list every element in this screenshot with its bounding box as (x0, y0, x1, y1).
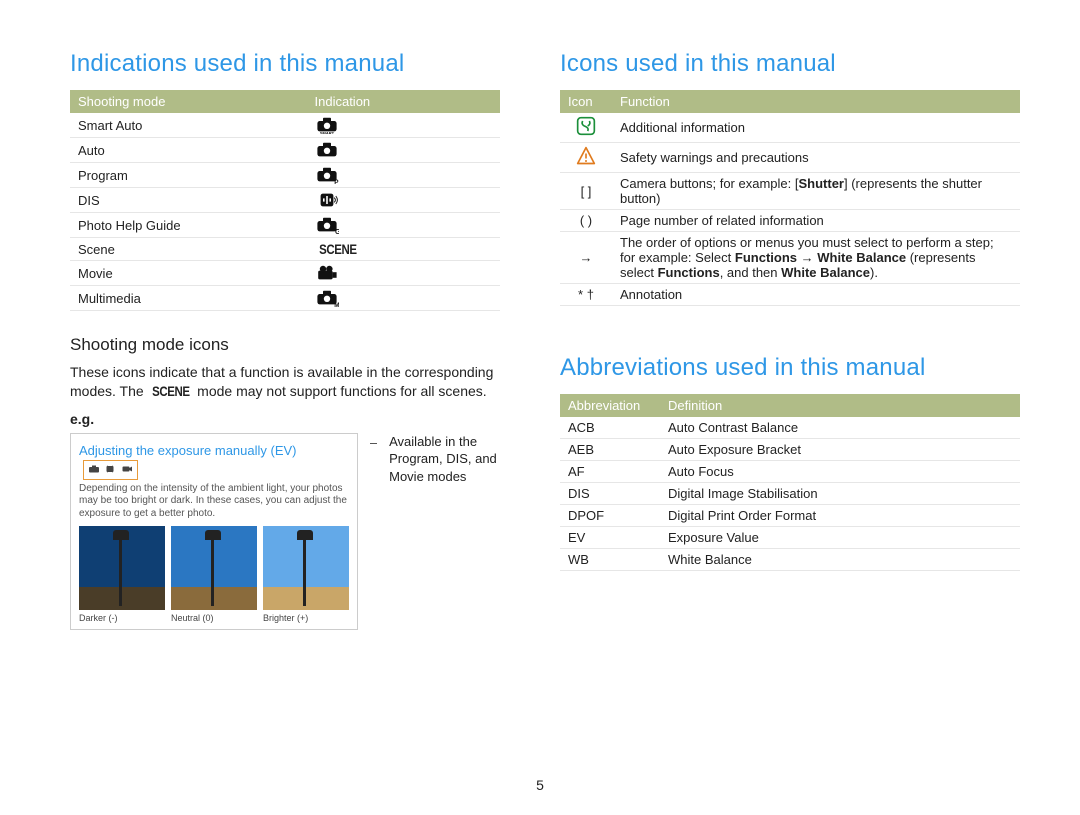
th-icon: Icon (560, 90, 612, 113)
shooting-icons-description: These icons indicate that a function is … (70, 363, 500, 401)
abbr-def: Auto Focus (660, 461, 1020, 483)
mode-name: Photo Help Guide (70, 213, 307, 238)
table-row: ( ) Page number of related information (560, 210, 1020, 232)
icon-function: Additional information (612, 113, 1020, 143)
scene-icon: SCENE (307, 238, 501, 261)
th-function: Function (612, 90, 1020, 113)
icon-function: Page number of related information (612, 210, 1020, 232)
table-row: AEB Auto Exposure Bracket (560, 439, 1020, 461)
abbr-def: White Balance (660, 549, 1020, 571)
heading-abbrev: Abbreviations used in this manual (560, 354, 1020, 382)
auto-icon (307, 138, 501, 163)
icon-symbol: ( ) (560, 210, 612, 232)
abbr-def: Auto Exposure Bracket (660, 439, 1020, 461)
mode-name: Movie (70, 261, 307, 286)
table-row: ACB Auto Contrast Balance (560, 417, 1020, 439)
th-abbr: Abbreviation (560, 394, 660, 417)
abbr-def: Digital Image Stabilisation (660, 483, 1020, 505)
heading-icons: Icons used in this manual (560, 50, 1020, 78)
smart-auto-icon: SMART (307, 113, 501, 138)
table-row: Safety warnings and precautions (560, 143, 1020, 173)
callout-line (370, 443, 377, 444)
table-row: AF Auto Focus (560, 461, 1020, 483)
table-row: DIS (70, 188, 500, 213)
table-row: Additional information (560, 113, 1020, 143)
svg-text:M: M (334, 302, 339, 307)
dis-icon (307, 188, 501, 213)
abbr-def: Digital Print Order Format (660, 505, 1020, 527)
sample-image (79, 526, 165, 610)
table-row: → The order of options or menus you must… (560, 232, 1020, 284)
mode-name: Scene (70, 238, 307, 261)
mode-name: Program (70, 163, 307, 188)
sample-image (263, 526, 349, 610)
sample-caption: Neutral (0) (171, 610, 257, 623)
sample-item: Brighter (+) (263, 526, 349, 623)
shooting-mode-table: Shooting mode Indication Smart Auto SMAR… (70, 90, 500, 311)
icons-table: Icon Function Additional information Saf… (560, 90, 1020, 306)
subhead-shooting-icons: Shooting mode icons (70, 335, 500, 355)
table-row: Photo Help Guide G (70, 213, 500, 238)
example-desc: Depending on the intensity of the ambien… (79, 483, 349, 521)
multimedia-icon: M (307, 286, 501, 311)
mode-name: Multimedia (70, 286, 307, 311)
table-row: Smart Auto SMART (70, 113, 500, 138)
table-row: EV Exposure Value (560, 527, 1020, 549)
example-title: Adjusting the exposure manually (EV) (79, 443, 297, 458)
page-number: 5 (0, 777, 1080, 793)
callout-text: Available in the Program, DIS, and Movie… (389, 433, 500, 486)
svg-text:P: P (334, 179, 339, 184)
icon-symbol: * † (560, 284, 612, 306)
abbr-def: Auto Contrast Balance (660, 417, 1020, 439)
table-row: Program P (70, 163, 500, 188)
svg-text:G: G (335, 227, 339, 234)
table-row: Movie (70, 261, 500, 286)
icon-symbol: [ ] (560, 173, 612, 210)
table-row: [ ] Camera buttons; for example: [Shutte… (560, 173, 1020, 210)
svg-text:SMART: SMART (319, 131, 334, 134)
mode-name: DIS (70, 188, 307, 213)
th-shooting-mode: Shooting mode (70, 90, 307, 113)
mode-name: Auto (70, 138, 307, 163)
icon-function: Camera buttons; for example: [Shutter] (… (612, 173, 1020, 210)
icon-function: Annotation (612, 284, 1020, 306)
abbr: AF (560, 461, 660, 483)
eg-label: e.g. (70, 411, 500, 427)
movie-icon (307, 261, 501, 286)
table-row: * † Annotation (560, 284, 1020, 306)
sample-item: Darker (-) (79, 526, 165, 623)
heading-indications: Indications used in this manual (70, 50, 500, 78)
th-indication: Indication (307, 90, 501, 113)
icon-function: Safety warnings and precautions (612, 143, 1020, 173)
abbr: AEB (560, 439, 660, 461)
table-row: DIS Digital Image Stabilisation (560, 483, 1020, 505)
sample-item: Neutral (0) (171, 526, 257, 623)
sample-caption: Brighter (+) (263, 610, 349, 623)
scene-inline-icon: SCENE (152, 382, 190, 401)
example-box: Adjusting the exposure manually (EV) Dep… (70, 433, 358, 631)
program-icon: P (307, 163, 501, 188)
abbr: EV (560, 527, 660, 549)
table-row: Auto (70, 138, 500, 163)
table-row: DPOF Digital Print Order Format (560, 505, 1020, 527)
warn-icon (560, 143, 612, 173)
info-icon (560, 113, 612, 143)
th-def: Definition (660, 394, 1020, 417)
abbr: DPOF (560, 505, 660, 527)
icon-function: The order of options or menus you must s… (612, 232, 1020, 284)
mode-name: Smart Auto (70, 113, 307, 138)
example-mode-icons-box (83, 460, 138, 480)
help-guide-icon: G (307, 213, 501, 238)
abbrev-table: Abbreviation Definition ACB Auto Contras… (560, 394, 1020, 571)
table-row: Multimedia M (70, 286, 500, 311)
sample-image (171, 526, 257, 610)
icon-symbol: → (560, 232, 612, 284)
abbr: DIS (560, 483, 660, 505)
abbr-def: Exposure Value (660, 527, 1020, 549)
abbr: ACB (560, 417, 660, 439)
table-row: WB White Balance (560, 549, 1020, 571)
sample-caption: Darker (-) (79, 610, 165, 623)
abbr: WB (560, 549, 660, 571)
table-row: Scene SCENE (70, 238, 500, 261)
